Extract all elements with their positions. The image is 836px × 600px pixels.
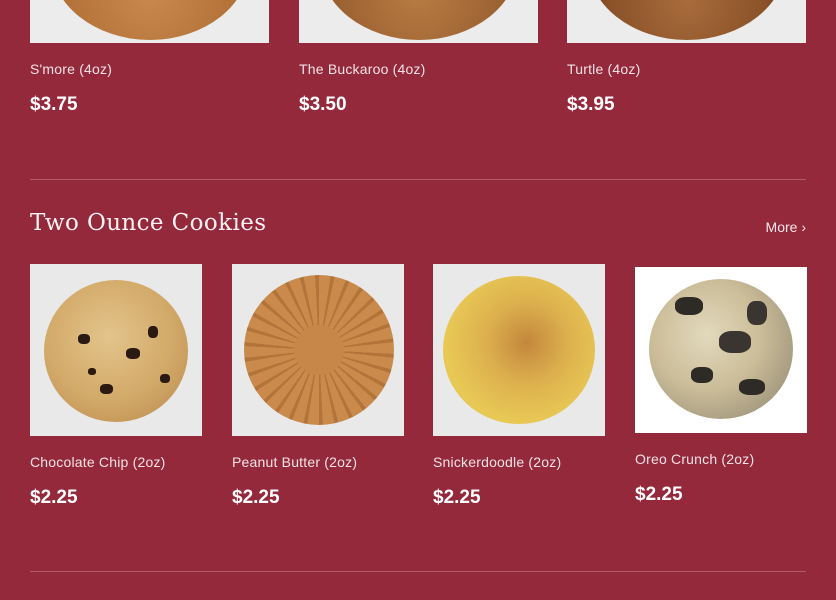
product-price: $2.25 <box>30 487 78 508</box>
product-name[interactable]: Snickerdoodle (2oz) <box>433 454 605 470</box>
snickerdoodle-cookie-image[interactable] <box>433 264 605 436</box>
buckaroo-cookie-image[interactable] <box>299 0 538 43</box>
peanut-butter-cookie-image[interactable] <box>232 264 404 436</box>
product-price: $3.75 <box>30 94 78 115</box>
section-divider <box>30 571 806 572</box>
top-product-row: S'more (4oz) $3.75 The Buckaroo (4oz) $3… <box>30 0 806 140</box>
product-name[interactable]: S'more (4oz) <box>30 61 269 77</box>
product-name[interactable]: Turtle (4oz) <box>567 61 806 77</box>
product-price: $2.25 <box>635 484 683 505</box>
product-card-peanut-butter[interactable]: Peanut Butter (2oz) $2.25 <box>232 264 404 509</box>
product-name[interactable]: Peanut Butter (2oz) <box>232 454 404 470</box>
product-card-oreo-crunch[interactable]: Oreo Crunch (2oz) $2.25 <box>635 264 807 506</box>
product-price: $3.50 <box>299 94 347 115</box>
section-divider <box>30 179 806 180</box>
product-price: $2.25 <box>232 487 280 508</box>
product-price: $2.25 <box>433 487 481 508</box>
product-card-snickerdoodle[interactable]: Snickerdoodle (2oz) $2.25 <box>433 264 605 509</box>
product-card-buckaroo[interactable]: The Buckaroo (4oz) $3.50 <box>299 0 538 116</box>
product-price: $3.95 <box>567 94 615 115</box>
section-title: Two Ounce Cookies <box>30 210 267 236</box>
chocolate-chip-cookie-image[interactable] <box>30 264 202 436</box>
product-name[interactable]: Chocolate Chip (2oz) <box>30 454 202 470</box>
product-name[interactable]: The Buckaroo (4oz) <box>299 61 538 77</box>
product-card-smore[interactable]: S'more (4oz) $3.75 <box>30 0 269 116</box>
more-link[interactable]: More › <box>766 219 806 235</box>
product-card-chocolate-chip[interactable]: Chocolate Chip (2oz) $2.25 <box>30 264 202 509</box>
oreo-crunch-cookie-image[interactable] <box>635 267 807 433</box>
product-name[interactable]: Oreo Crunch (2oz) <box>635 451 807 467</box>
smore-cookie-image[interactable] <box>30 0 269 43</box>
turtle-cookie-image[interactable] <box>567 0 806 43</box>
product-card-turtle[interactable]: Turtle (4oz) $3.95 <box>567 0 806 116</box>
